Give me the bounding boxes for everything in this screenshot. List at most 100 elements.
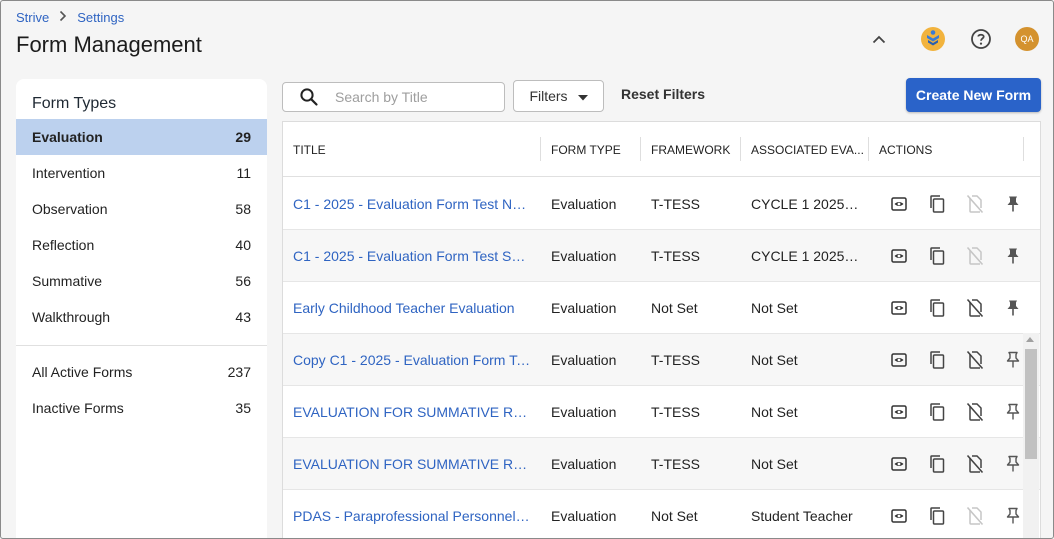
- preview-icon[interactable]: [889, 246, 909, 266]
- unlink-icon[interactable]: [965, 402, 985, 422]
- form-title-link[interactable]: C1 - 2025 - Evaluation Form Test NO...: [283, 178, 541, 229]
- scroll-up-arrow[interactable]: [1026, 337, 1034, 342]
- copy-icon[interactable]: [927, 194, 947, 214]
- form-type-count: 56: [235, 273, 251, 289]
- header-actions: QA: [865, 25, 1039, 53]
- form-type-count: 237: [227, 364, 251, 380]
- breadcrumb-settings-link[interactable]: Settings: [77, 10, 124, 25]
- table-row[interactable]: C1 - 2025 - Evaluation Form Test SC... Ev…: [283, 230, 1040, 282]
- row-spacer: [1024, 178, 1040, 229]
- filters-button[interactable]: Filters: [513, 80, 604, 112]
- actions-cell: [869, 386, 1024, 437]
- form-title-link[interactable]: Copy C1 - 2025 - Evaluation Form Te...: [283, 334, 541, 385]
- copy-icon[interactable]: [927, 246, 947, 266]
- associated-eval-cell: CYCLE 1 2025 -...: [741, 230, 869, 281]
- caret-down-icon: [577, 88, 588, 104]
- associated-eval-cell: Not Set: [741, 334, 869, 385]
- reset-filters-button[interactable]: Reset Filters: [621, 86, 705, 102]
- search-input[interactable]: [335, 89, 485, 105]
- all-active-forms[interactable]: All Active Forms 237: [16, 354, 267, 390]
- form-type-intervention[interactable]: Intervention 11: [16, 155, 267, 191]
- avatar[interactable]: QA: [1015, 27, 1039, 51]
- form-title-link[interactable]: PDAS - Paraprofessional Personnel ...: [283, 490, 541, 538]
- table-row[interactable]: C1 - 2025 - Evaluation Form Test NO... Ev…: [283, 178, 1040, 230]
- associated-eval-cell: Not Set: [741, 282, 869, 333]
- unlink-icon[interactable]: [965, 454, 985, 474]
- search-box[interactable]: [282, 82, 505, 112]
- table-row[interactable]: PDAS - Paraprofessional Personnel ... Eva…: [283, 490, 1040, 538]
- form-type-evaluation[interactable]: Evaluation 29: [16, 119, 267, 155]
- create-new-form-button[interactable]: Create New Form: [906, 78, 1041, 112]
- pin-outline-icon[interactable]: [1003, 454, 1023, 474]
- table-row[interactable]: EVALUATION FOR SUMMATIVE REFI... Evaluati…: [283, 438, 1040, 490]
- form-title-link[interactable]: Early Childhood Teacher Evaluation: [283, 282, 541, 333]
- column-header-associated[interactable]: ASSOCIATED EVA...: [741, 122, 869, 177]
- framework-cell: T-TESS: [651, 351, 701, 368]
- framework-cell: T-TESS: [651, 455, 701, 472]
- unlink-icon[interactable]: [965, 298, 985, 318]
- row-spacer: [1024, 282, 1040, 333]
- form-type-observation[interactable]: Observation 58: [16, 191, 267, 227]
- column-header-spacer: [1024, 122, 1040, 177]
- form-type-count: 11: [236, 165, 251, 181]
- associated-eval-cell: Student Teacher: [741, 490, 869, 538]
- pin-filled-icon[interactable]: [1003, 298, 1023, 318]
- preview-icon[interactable]: [889, 350, 909, 370]
- table-row[interactable]: EVALUATION FOR SUMMATIVE REFI... Evaluati…: [283, 386, 1040, 438]
- actions-cell: [869, 490, 1024, 538]
- breadcrumb-root-link[interactable]: Strive: [16, 10, 49, 25]
- app-logo-icon[interactable]: [919, 25, 947, 53]
- column-header-form-type[interactable]: FORM TYPE: [541, 122, 641, 177]
- framework-cell: T-TESS: [651, 247, 701, 264]
- preview-icon[interactable]: [889, 402, 909, 422]
- form-types-title: Form Types: [32, 95, 117, 112]
- forms-table: TITLE FORM TYPE FRAMEWORK ASSOCIATED EVA…: [282, 121, 1041, 538]
- associated-eval-cell: Not Set: [741, 386, 869, 437]
- actions-cell: [869, 334, 1024, 385]
- unlink-icon: [965, 194, 985, 214]
- actions-cell: [869, 282, 1024, 333]
- copy-icon[interactable]: [927, 506, 947, 526]
- scrollbar-thumb[interactable]: [1025, 349, 1037, 459]
- table-row[interactable]: Copy C1 - 2025 - Evaluation Form Te... Ev…: [283, 334, 1040, 386]
- form-title-text: Early Childhood Teacher Evaluation: [293, 299, 515, 316]
- form-title-text: EVALUATION FOR SUMMATIVE REFI...: [293, 455, 531, 472]
- copy-icon[interactable]: [927, 402, 947, 422]
- scrollbar[interactable]: [1023, 333, 1039, 538]
- breadcrumb: Strive Settings: [16, 10, 124, 25]
- form-type-count: 58: [235, 201, 251, 217]
- form-type-summative[interactable]: Summative 56: [16, 263, 267, 299]
- inactive-forms[interactable]: Inactive Forms 35: [16, 390, 267, 426]
- table-row[interactable]: Early Childhood Teacher Evaluation Evalua…: [283, 282, 1040, 334]
- form-type-cell: Evaluation: [551, 351, 617, 368]
- pin-filled-icon[interactable]: [1003, 246, 1023, 266]
- preview-icon[interactable]: [889, 194, 909, 214]
- form-type-label: All Active Forms: [32, 364, 133, 380]
- search-icon: [297, 85, 321, 109]
- copy-icon[interactable]: [927, 350, 947, 370]
- preview-icon[interactable]: [889, 454, 909, 474]
- pin-outline-icon[interactable]: [1003, 506, 1023, 526]
- preview-icon[interactable]: [889, 506, 909, 526]
- form-type-cell: Evaluation: [551, 455, 617, 472]
- form-title-text: Copy C1 - 2025 - Evaluation Form Te...: [293, 351, 531, 368]
- pin-outline-icon[interactable]: [1003, 402, 1023, 422]
- form-type-walkthrough[interactable]: Walkthrough 43: [16, 299, 267, 335]
- copy-icon[interactable]: [927, 298, 947, 318]
- framework-cell: Not Set: [651, 299, 698, 316]
- help-icon[interactable]: [967, 25, 995, 53]
- pin-outline-icon[interactable]: [1003, 350, 1023, 370]
- pin-filled-icon[interactable]: [1003, 194, 1023, 214]
- column-header-title[interactable]: TITLE: [283, 122, 541, 177]
- form-type-reflection[interactable]: Reflection 40: [16, 227, 267, 263]
- form-title-link[interactable]: C1 - 2025 - Evaluation Form Test SC...: [283, 230, 541, 281]
- unlink-icon[interactable]: [965, 350, 985, 370]
- preview-icon[interactable]: [889, 298, 909, 318]
- column-header-framework[interactable]: FRAMEWORK: [641, 122, 741, 177]
- form-title-link[interactable]: EVALUATION FOR SUMMATIVE REFI...: [283, 438, 541, 489]
- form-title-link[interactable]: EVALUATION FOR SUMMATIVE REFI...: [283, 386, 541, 437]
- chevron-up-icon[interactable]: [865, 25, 893, 53]
- divider: [16, 345, 267, 346]
- copy-icon[interactable]: [927, 454, 947, 474]
- framework-cell: T-TESS: [651, 403, 701, 420]
